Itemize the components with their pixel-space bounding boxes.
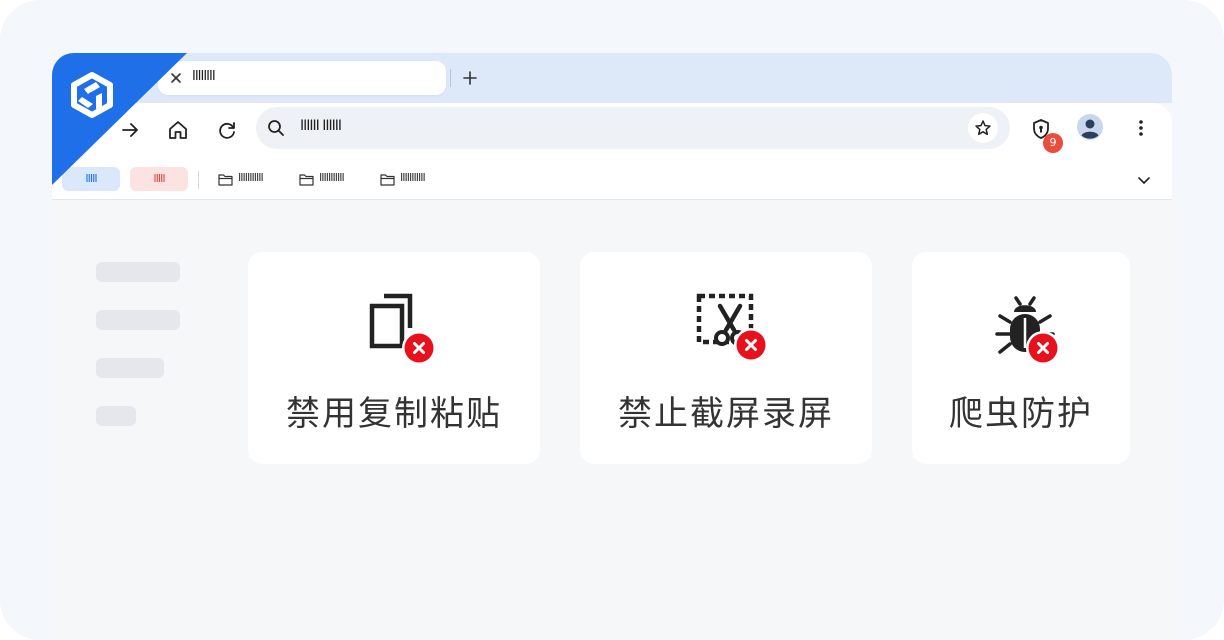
screenshot-blocked-icon	[696, 293, 768, 362]
search-icon	[268, 120, 284, 136]
bookmark-chip-alert[interactable]: IIIII	[130, 167, 188, 191]
bug-blocked-icon	[995, 296, 1060, 365]
skeleton-line	[96, 262, 180, 282]
skeleton-line	[96, 310, 180, 330]
active-tab[interactable]: IIIIIIII	[158, 61, 446, 95]
star-icon	[975, 120, 991, 136]
feature-label: 爬虫防护	[949, 394, 1093, 434]
feature-card-anti-crawler[interactable]: 爬虫防护	[912, 252, 1130, 464]
bookmarks-divider	[198, 171, 199, 189]
reload-icon[interactable]	[214, 117, 240, 143]
bookmark-folder-label: IIIIIIIIIII	[319, 171, 345, 184]
folder-icon	[218, 174, 233, 186]
feature-card-screenshot[interactable]: 禁止截屏录屏	[580, 252, 872, 464]
brand-logo-icon	[71, 72, 113, 118]
address-text: IIIIII IIIIII	[300, 118, 342, 134]
app-frame: IIIIIIII IIIIII IIIIII 9 IIIII IIIII III…	[0, 0, 1224, 640]
feature-label: 禁用复制粘贴	[286, 394, 502, 434]
page-content: 禁用复制粘贴 禁止截屏录屏 爬虫防护	[52, 200, 1172, 640]
tab-divider	[450, 69, 451, 87]
bookmark-chip-primary[interactable]: IIIII	[62, 167, 120, 191]
bookmark-folder-label: IIIIIIIIIII	[238, 171, 264, 184]
bookmark-star-button[interactable]	[968, 113, 998, 143]
avatar[interactable]	[1077, 114, 1103, 140]
bookmark-folder[interactable]: IIIIIIIIIII	[299, 171, 367, 189]
forward-icon[interactable]	[117, 117, 143, 143]
bookmark-folder-label: IIIIIIIIIII	[400, 171, 426, 184]
tab-title: IIIIIIII	[192, 69, 216, 84]
close-icon[interactable]	[168, 70, 184, 86]
more-menu-icon[interactable]	[1131, 117, 1151, 139]
feature-label: 禁止截屏录屏	[618, 394, 834, 434]
folder-icon	[299, 174, 314, 186]
skeleton-line	[96, 358, 164, 378]
browser-window: IIIIIIII IIIIII IIIIII 9 IIIII IIIII III…	[52, 53, 1172, 640]
folder-icon	[380, 174, 395, 186]
address-bar[interactable]: IIIIII IIIIII	[256, 107, 1010, 149]
bookmark-folder[interactable]: IIIIIIIIIII	[218, 171, 286, 189]
tab-strip: IIIIIIII	[52, 53, 1172, 103]
chevron-down-icon[interactable]	[1135, 171, 1153, 189]
notification-badge: 9	[1043, 133, 1063, 153]
new-tab-icon[interactable]	[460, 68, 480, 88]
bookmark-folder[interactable]: IIIIIIIIIII	[380, 171, 448, 189]
copy-blocked-icon	[369, 293, 436, 365]
feature-card-copy-paste[interactable]: 禁用复制粘贴	[248, 252, 540, 464]
skeleton-line	[96, 406, 136, 426]
bookmarks-bar: IIIII IIIII IIIIIIIIIII IIIIIIIIIII IIII…	[52, 161, 1172, 200]
home-icon[interactable]	[165, 117, 191, 143]
